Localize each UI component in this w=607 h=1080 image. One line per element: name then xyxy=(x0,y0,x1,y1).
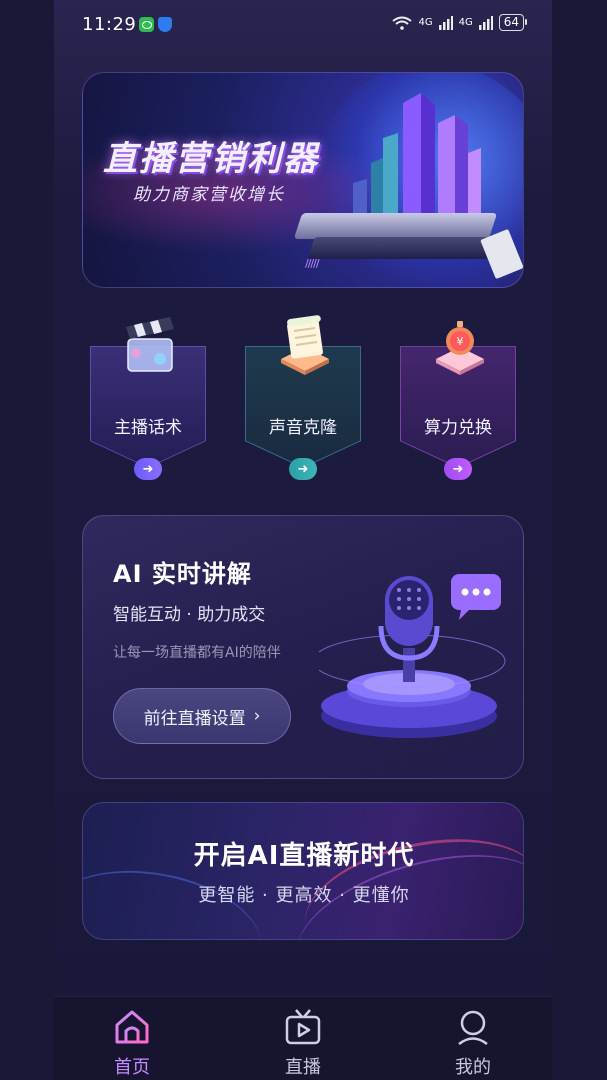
go-live-settings-button[interactable]: 前往直播设置 › xyxy=(113,688,291,744)
tab-profile[interactable]: 我的 xyxy=(423,997,523,1080)
feature-label: 主播话术 xyxy=(114,418,182,438)
promo-subtitle: 更智能 · 更高效 · 更懂你 xyxy=(198,885,410,906)
ai-live-explain-card[interactable]: AI 实时讲解 智能互动 · 助力成交 让每一场直播都有AI的陪伴 前往直播设置… xyxy=(82,515,524,779)
chevron-right-icon: › xyxy=(253,706,261,726)
document-scroll-icon xyxy=(281,315,329,375)
arrow-right-icon[interactable]: ➜ xyxy=(444,458,472,480)
wechat-icon xyxy=(139,17,154,32)
banner-stripes: ///// xyxy=(305,257,319,270)
microphone-illustration xyxy=(319,574,506,738)
clapperboard-icon xyxy=(126,317,174,372)
signal-icon xyxy=(478,15,493,30)
arrow-right-icon[interactable]: ➜ xyxy=(134,458,162,480)
tab-live[interactable]: 直播 xyxy=(253,997,353,1080)
button-label: 前往直播设置 xyxy=(143,708,246,729)
stopwatch-badge-icon: ¥ xyxy=(436,321,484,375)
arrow-right-icon[interactable]: ➜ xyxy=(289,458,317,480)
ai-card-subtitle: 智能互动 · 助力成交 xyxy=(113,605,266,625)
status-time: 11:29 xyxy=(82,14,137,35)
hero-banner[interactable]: 直播营销利器 助力商家营收增长 ///// xyxy=(82,72,524,288)
feature-label: 算力兑换 xyxy=(424,418,492,438)
tv-play-icon xyxy=(285,1009,321,1045)
wifi-icon xyxy=(392,16,413,30)
banner-subtitle: 助力商家营收增长 xyxy=(133,185,285,205)
ai-card-title: AI 实时讲解 xyxy=(113,560,252,588)
tab-label: 我的 xyxy=(455,1057,491,1078)
tab-home[interactable]: 首页 xyxy=(82,997,182,1080)
app-screen: 11:29 4G 4G 64 直播营销利器 助力商家营收增长 ///// 主播话… xyxy=(54,0,552,1080)
promo-banner[interactable]: 开启AI直播新时代 更智能 · 更高效 · 更懂你 xyxy=(82,802,524,940)
feature-label: 声音克隆 xyxy=(269,418,337,438)
signal-icon xyxy=(438,15,453,30)
home-icon xyxy=(115,1010,149,1044)
platform-base-graphic xyxy=(307,237,505,259)
network-label-2: 4G xyxy=(458,17,473,28)
platform-graphic xyxy=(293,213,498,239)
battery-indicator: 64 xyxy=(498,14,528,31)
banner-title: 直播营销利器 xyxy=(103,139,319,179)
network-label-1: 4G xyxy=(418,17,433,28)
tab-label: 首页 xyxy=(114,1057,150,1078)
feature-card-compute-exchange[interactable]: ¥ 算力兑换 ➜ xyxy=(396,305,520,485)
status-bar: 11:29 4G 4G 64 xyxy=(54,0,552,50)
status-indicators: 4G 4G 64 xyxy=(392,14,528,31)
feature-card-anchor-script[interactable]: 主播话术 ➜ xyxy=(86,305,210,485)
user-icon xyxy=(458,1010,488,1046)
svg-text:¥: ¥ xyxy=(457,335,464,348)
ai-card-description: 让每一场直播都有AI的陪伴 xyxy=(113,645,281,661)
feature-card-voice-clone[interactable]: 声音克隆 ➜ xyxy=(241,305,365,485)
shield-icon xyxy=(158,17,172,32)
promo-title: 开启AI直播新时代 xyxy=(193,841,415,871)
bottom-tab-bar: 首页 直播 我的 xyxy=(54,996,552,1080)
tab-label: 直播 xyxy=(285,1057,321,1078)
